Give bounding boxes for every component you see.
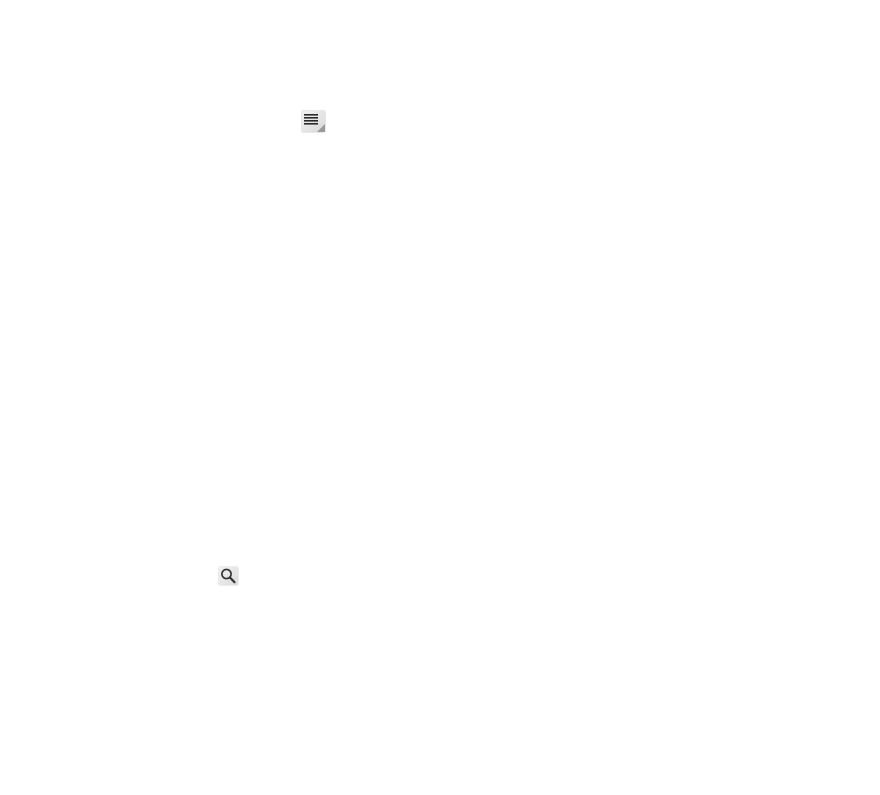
app-canvas (0, 0, 880, 795)
list-menu-icon (301, 110, 326, 133)
search-icon (218, 566, 239, 586)
search-button[interactable] (218, 566, 239, 586)
list-menu-button[interactable] (301, 110, 326, 133)
